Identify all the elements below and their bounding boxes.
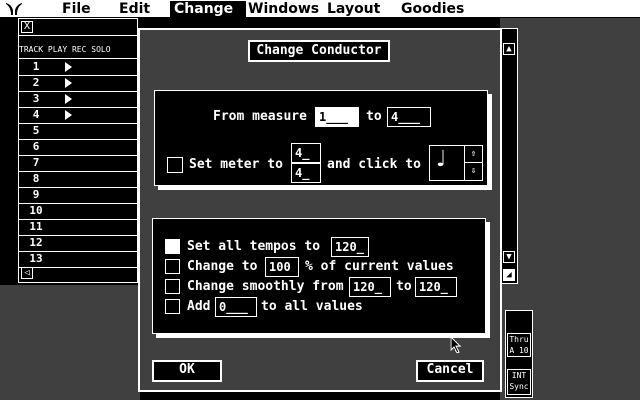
track-list: 1 2 3 4 5 6 7 8 9 10 11 12 13 [19,59,139,274]
track-row[interactable]: 2 [19,75,137,92]
play-icon[interactable] [65,78,72,88]
set-meter-label: Set meter to [189,157,283,172]
meter-denominator-input[interactable]: 4_ [291,163,321,183]
change-smoothly-checkbox[interactable] [165,279,180,294]
add-suffix-label: to all values [261,299,363,314]
change-to-percent-input[interactable]: 100 [265,257,299,277]
percent-label: % of current values [305,259,454,274]
track-number: 10 [29,204,43,217]
track-scrollbar[interactable]: ▲ ▼ ◢ [500,28,518,284]
track-row[interactable]: 9 [19,187,137,204]
divider [19,35,139,36]
track-number: 2 [32,76,40,89]
note-down-arrow-icon[interactable]: ⇩ [464,163,482,180]
track-column-headers: TRACK PLAY REC SOLO [19,45,111,54]
menu-edit[interactable]: Edit [115,1,154,17]
track-row[interactable]: 4 [19,107,137,124]
track-number: 9 [32,188,40,201]
quarter-note-icon: ♩ [436,147,447,172]
track-row[interactable]: 5 [19,123,137,140]
thru-label: Thru [509,335,529,344]
thru-sub-label: A 10 [509,346,529,355]
tempo-panel: Set all tempos to 120_ Change to 100 % o… [152,218,486,334]
menu-change[interactable]: Change [170,1,246,17]
add-value-input[interactable]: 0___ [215,297,257,317]
set-all-tempos-label: Set all tempos to [187,239,321,254]
note-up-arrow-icon[interactable]: ⇧ [464,146,482,163]
track-number: 7 [32,156,40,169]
track-row[interactable]: 1 [19,59,137,76]
add-checkbox[interactable] [165,299,180,314]
resize-icon[interactable]: ◢ [503,269,515,281]
int-label: INT [511,371,527,380]
change-conductor-dialog: Change Conductor From measure 1___ to 4_… [138,28,502,392]
track-number: 3 [32,92,40,105]
track-row[interactable]: 3 [19,91,137,108]
track-row[interactable]: 10 [19,203,137,220]
smooth-to-input[interactable]: 120_ [415,277,457,297]
play-icon[interactable] [65,62,72,72]
smooth-from-input[interactable]: 120_ [349,277,391,297]
atari-logo-icon[interactable] [2,1,26,17]
track-row[interactable]: 6 [19,139,137,156]
track-number: 6 [32,140,40,153]
menu-goodies[interactable]: Goodies [397,1,468,17]
play-icon[interactable] [65,110,72,120]
dialog-title: Change Conductor [248,40,390,62]
meter-numerator-input[interactable]: 4_ [291,143,321,163]
click-note-selector[interactable]: ♩ ⇧ ⇩ [429,145,483,181]
track-number: 13 [29,252,43,265]
desktop-background-left [0,285,140,400]
menu-file[interactable]: File [58,1,95,17]
track-number: 11 [29,220,43,233]
sync-label: Sync [509,382,529,391]
ok-button[interactable]: OK [152,360,222,382]
from-measure-label: From measure [213,109,307,124]
track-number: 1 [32,60,40,73]
mouse-pointer-icon [450,335,462,354]
track-row[interactable]: 7 [19,155,137,172]
track-number: 8 [32,172,40,185]
track-row[interactable]: 11 [19,219,137,236]
set-all-tempos-input[interactable]: 120_ [331,237,369,257]
set-meter-checkbox[interactable] [167,157,183,173]
scroll-down-icon[interactable]: ▼ [503,251,515,263]
play-icon[interactable] [65,94,72,104]
scroll-up-icon[interactable]: ▲ [503,43,515,55]
to-measure-input[interactable]: 4___ [387,107,431,127]
track-number: 5 [32,124,40,137]
set-all-tempos-checkbox[interactable] [165,239,180,254]
smooth-to-label: to [396,279,412,294]
change-to-checkbox[interactable] [165,259,180,274]
sync-panel: Thru A 10 INT Sync [505,310,533,398]
track-row[interactable]: 8 [19,171,137,188]
cancel-button[interactable]: Cancel [416,360,484,382]
to-label: to [366,109,382,124]
track-row[interactable]: 13 [19,251,137,268]
menu-windows[interactable]: Windows [244,1,323,17]
sync-button[interactable]: INT Sync [507,369,531,395]
thru-button[interactable]: Thru A 10 [507,333,531,357]
change-to-label: Change to [187,259,258,274]
track-window: X TRACK PLAY REC SOLO 1 2 3 4 5 6 7 8 9 10 11 12 13 … [18,18,139,283]
add-label: Add [187,299,211,314]
scroll-left-icon[interactable]: ◁ [21,267,33,279]
close-icon[interactable]: X [21,21,33,33]
menu-layout[interactable]: Layout [323,1,384,17]
track-row[interactable]: 12 [19,235,137,252]
measure-panel: From measure 1___ to 4___ Set meter to 4… [154,90,488,186]
menu-bar: File Edit Change Windows Layout Goodies [0,0,640,18]
track-number: 12 [29,236,43,249]
change-smoothly-label: Change smoothly from [187,279,344,294]
track-number: 4 [32,108,40,121]
click-label: and click to [327,157,421,172]
from-measure-input[interactable]: 1___ [315,107,359,127]
